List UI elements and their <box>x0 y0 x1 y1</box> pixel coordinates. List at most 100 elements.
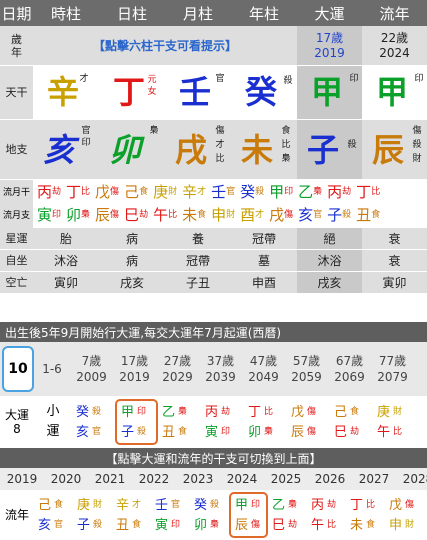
dayun-pillar[interactable]: 癸殺亥官 <box>72 399 115 445</box>
liuyue-char[interactable]: 巳 <box>124 207 139 223</box>
liuyue-char[interactable]: 丁 <box>356 184 371 200</box>
liuyue-char[interactable]: 寅 <box>37 207 52 223</box>
dayun-pillar[interactable]: 丁比卯梟 <box>244 399 287 445</box>
liunian-year[interactable]: 2025 <box>264 472 308 486</box>
liunian-pillar-stem-char: 丙 <box>311 497 325 513</box>
liunian-pillar[interactable]: 辛才丑食 <box>112 492 151 538</box>
liunian-year[interactable]: 2027 <box>352 472 396 486</box>
dayun-pillar[interactable]: 甲印子殺 <box>115 399 158 445</box>
liunian-year[interactable]: 2021 <box>88 472 132 486</box>
liuyue-char[interactable]: 丙 <box>37 184 52 200</box>
liunian-pillar-branch-char: 子 <box>77 517 91 533</box>
dayun-pillar[interactable]: 戊傷辰傷 <box>287 399 330 445</box>
liuyue-char[interactable]: 申 <box>211 207 226 223</box>
stem-day[interactable]: 丁元女 <box>99 66 165 120</box>
liuyue-char[interactable]: 庚 <box>153 184 168 200</box>
liuyue-char[interactable]: 己 <box>124 184 139 200</box>
info-row: 星運胎病養冠帶絕衰 <box>0 228 427 250</box>
liunian-pillar-branch-god: 印 <box>171 520 181 530</box>
dayun-pillar-branch: 巳劫 <box>334 422 373 442</box>
liuyue-char[interactable]: 亥 <box>298 207 313 223</box>
liuyue-char[interactable]: 未 <box>182 207 197 223</box>
small-yun[interactable]: 小運 <box>34 402 72 442</box>
liunian-pillar[interactable]: 癸殺卯梟 <box>190 492 229 538</box>
liuyue-char[interactable]: 丙 <box>327 184 342 200</box>
dayun-age-col[interactable]: 57歲 2059 <box>285 353 328 385</box>
liunian-pillar[interactable]: 庚財子殺 <box>73 492 112 538</box>
liunian-pillar-branch-char: 寅 <box>155 517 169 533</box>
liuyue-grid[interactable]: 丙劫丁比戊傷己食庚財辛才壬官癸殺甲印乙梟丙劫丁比 寅印卯梟辰傷巳劫午比未食申財酉… <box>33 180 427 228</box>
liuyue-char[interactable]: 卯 <box>66 207 81 223</box>
liuyue-god: 才 <box>255 209 265 220</box>
liuyue-char[interactable]: 辰 <box>95 207 110 223</box>
dayun-pillar[interactable]: 庚財午比 <box>373 399 416 445</box>
branch-month[interactable]: 戌傷才比 <box>165 120 231 180</box>
dayun-pillar[interactable]: 乙梟丑食 <box>158 399 201 445</box>
branch-day[interactable]: 卯梟 <box>99 120 165 180</box>
liuyue-char[interactable]: 壬 <box>211 184 226 200</box>
dayun-age-col[interactable]: 47歲 2049 <box>242 353 285 385</box>
liunian-pillar[interactable]: 己食亥官 <box>34 492 73 538</box>
liunian-pillar-branch-god: 梟 <box>210 520 220 530</box>
liuyue-char[interactable]: 丑 <box>356 207 371 223</box>
dayun-age-col[interactable]: 37歲 2039 <box>199 353 242 385</box>
liuyue-god: 比 <box>81 186 91 197</box>
liuyue-char[interactable]: 甲 <box>269 184 284 200</box>
dayun-pillar-branch-god: 殺 <box>137 427 147 437</box>
liunian-year[interactable]: 2022 <box>132 472 176 486</box>
info-value: 墓 <box>231 250 297 272</box>
dayun-pillar[interactable]: 丙劫寅印 <box>201 399 244 445</box>
liuyue-char[interactable]: 乙 <box>298 184 313 200</box>
branch-hour[interactable]: 亥官印 <box>33 120 99 180</box>
liuyue-char[interactable]: 午 <box>153 207 168 223</box>
liunian-year[interactable]: 2026 <box>308 472 352 486</box>
dayun-age-col[interactable]: 67歲 2069 <box>328 353 371 385</box>
branch-dayun[interactable]: 子殺 <box>297 120 362 180</box>
dayun-first: 1-6 <box>42 362 62 376</box>
liunian-year[interactable]: 2028 <box>396 472 427 486</box>
dayun-section: 出生後5年9月開始行大運,每交大運年7月起運(西曆) 10 1-6 7歲 2009… <box>0 322 427 540</box>
stem-dayun[interactable]: 甲印 <box>297 66 362 120</box>
stem-hour[interactable]: 辛才 <box>33 66 99 120</box>
dayun-pillar-stem-god: 劫 <box>221 407 231 417</box>
liunian-pillars-row: 流年 己食亥官庚財子殺辛才丑食壬官寅印癸殺卯梟甲印辰傷乙梟巳劫丙劫午比丁比未食戊… <box>0 490 427 540</box>
stem-liunian[interactable]: 甲印 <box>362 66 427 120</box>
stem-month[interactable]: 壬官 <box>165 66 231 120</box>
liunian-pillar[interactable]: 丙劫午比 <box>307 492 346 538</box>
liunian-pillar-branch-char: 巳 <box>272 517 286 533</box>
liuyue-char[interactable]: 癸 <box>240 184 255 200</box>
liuyue-char[interactable]: 丁 <box>66 184 81 200</box>
dayun-pillar[interactable]: 己食巳劫 <box>330 399 373 445</box>
liuyue-char[interactable]: 辛 <box>182 184 197 200</box>
dayun-age-col[interactable]: 77歲 2079 <box>371 353 414 385</box>
liunian-pillar[interactable]: 戊傷申財 <box>385 492 424 538</box>
dayun-age-col[interactable]: 17歲 2019 <box>113 353 156 385</box>
dayun-current-box[interactable]: 10 <box>2 346 34 392</box>
liuyue-char[interactable]: 戌 <box>269 207 284 223</box>
notice-hint[interactable]: 【點擊六柱干支可看提示】 <box>33 26 297 66</box>
info-row-label: 空亡 <box>0 272 33 294</box>
dayun-pillar-stem-char: 丙 <box>205 404 219 420</box>
liunian-pillar[interactable]: 乙梟巳劫 <box>268 492 307 538</box>
liunian-year-text: 2024 <box>379 45 410 60</box>
liuyue-char[interactable]: 子 <box>327 207 342 223</box>
liunian-pillar[interactable]: 壬官寅印 <box>151 492 190 538</box>
liunian-year[interactable]: 2019 <box>0 472 44 486</box>
liuyue-god: 才 <box>197 186 207 197</box>
stem-year[interactable]: 癸殺 <box>231 66 297 120</box>
liuyue-char[interactable]: 酉 <box>240 207 255 223</box>
dayun-age-col[interactable]: 7歲 2009 <box>70 353 113 385</box>
liuyue-god: 食 <box>197 209 207 220</box>
liunian-pillar[interactable]: 丁比未食 <box>346 492 385 538</box>
liuyue-char[interactable]: 戊 <box>95 184 110 200</box>
hidden-god: 印 <box>81 138 91 148</box>
dayun-pillar-branch-char: 卯 <box>248 424 262 440</box>
dayun-age-col[interactable]: 27歲 2029 <box>156 353 199 385</box>
liunian-pillar[interactable]: 甲印辰傷 <box>229 492 268 538</box>
dayun-pillar-branch: 寅印 <box>205 422 244 442</box>
liunian-year[interactable]: 2023 <box>176 472 220 486</box>
liunian-year[interactable]: 2024 <box>220 472 264 486</box>
branch-year[interactable]: 未食比梟 <box>231 120 297 180</box>
liunian-year[interactable]: 2020 <box>44 472 88 486</box>
branch-liunian[interactable]: 辰傷殺財 <box>362 120 427 180</box>
